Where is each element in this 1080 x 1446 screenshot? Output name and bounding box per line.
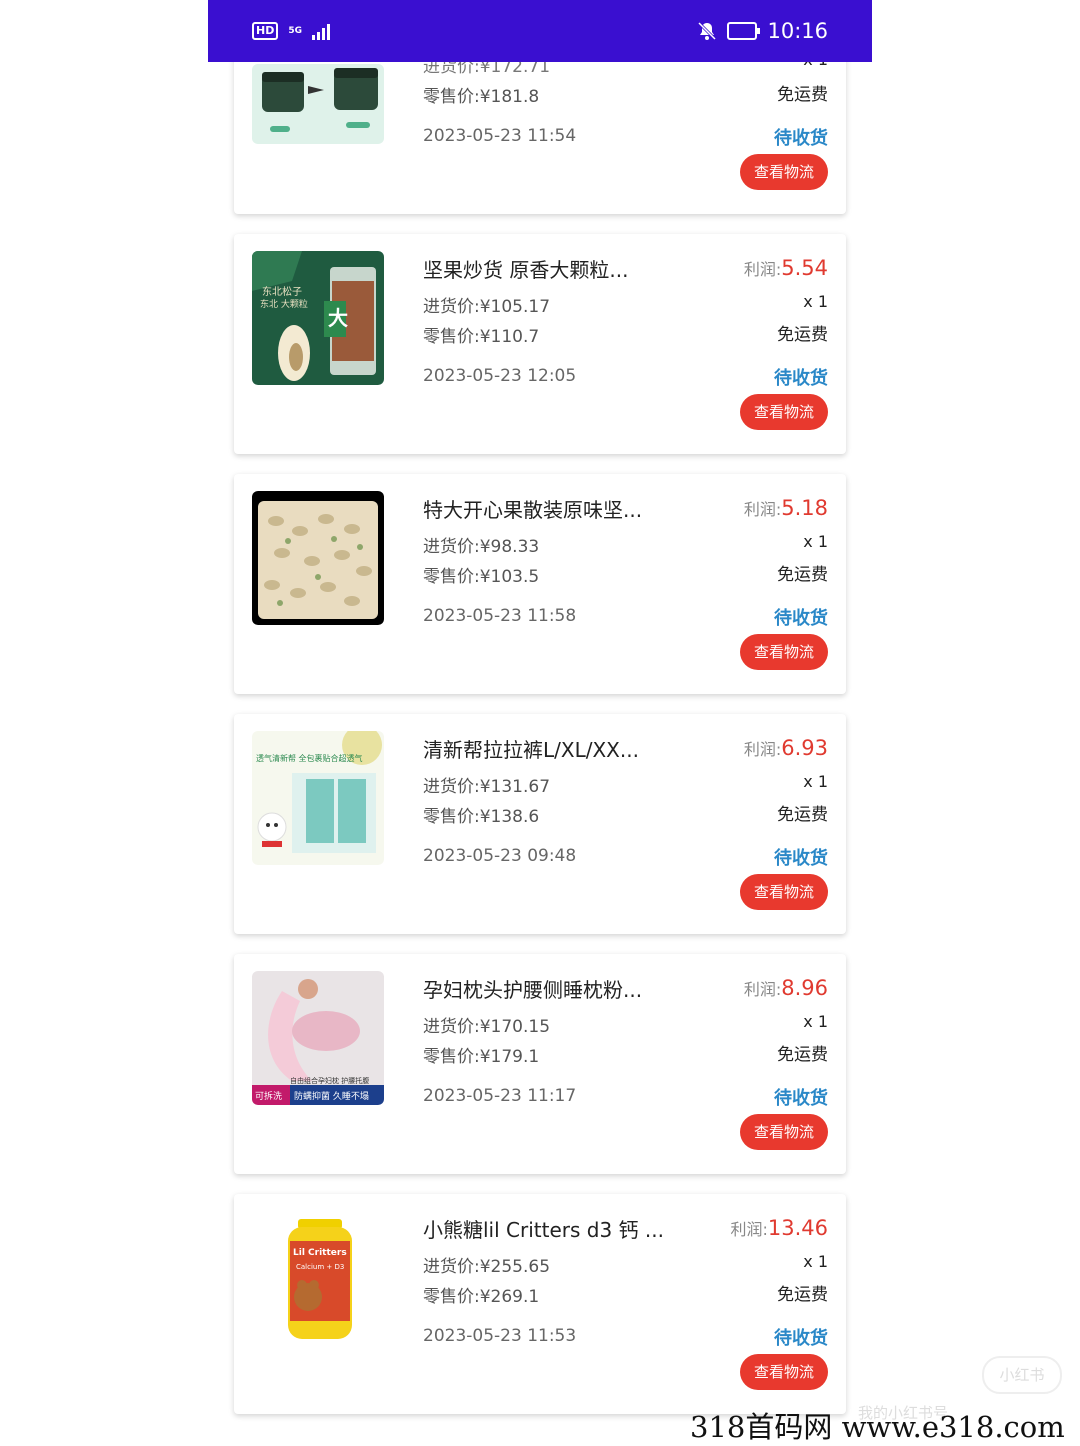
order-card: 自由组合孕妇枕 护腰托腹 可拆洗 防螨抑菌 久睡不塌 孕妇枕头护腰侧睡枕粉...… <box>234 954 846 1174</box>
status-bar: HD 5G 10:16 <box>208 0 872 62</box>
order-card: Lil Critters Calcium + D3 小熊糖lil Critter… <box>234 1194 846 1414</box>
purchase-price: 进货价:¥170.15 <box>423 1017 551 1037</box>
profit-label: 利润: <box>743 740 782 759</box>
profit: 利润:5.18 <box>744 496 828 520</box>
profit-value: 5.54 <box>781 256 828 280</box>
order-status: 待收货 <box>774 368 828 389</box>
order-status: 待收货 <box>774 128 828 149</box>
shipping-label: 免运费 <box>777 1285 828 1305</box>
product-title[interactable]: 孕妇枕头护腰侧睡枕粉... <box>423 974 642 1003</box>
purchase-price: 进货价:¥98.33 <box>423 537 540 557</box>
product-image: 自由组合孕妇枕 护腰托腹 可拆洗 防螨抑菌 久睡不塌 <box>252 971 384 1105</box>
profit: 利润:13.46 <box>730 1216 828 1240</box>
view-logistics-button[interactable]: 查看物流 <box>740 634 828 670</box>
pillow-caption: 自由组合孕妇枕 护腰托腹 <box>290 1076 369 1085</box>
shipping-label: 免运费 <box>777 325 828 345</box>
profit: 利润:8.96 <box>744 976 828 1000</box>
pillow-bar-2: 防螨抑菌 久睡不塌 <box>294 1090 369 1102</box>
retail-price: 零售价:¥269.1 <box>423 1287 540 1307</box>
view-logistics-button[interactable]: 查看物流 <box>740 1114 828 1150</box>
retail-price: 零售价:¥181.8 <box>423 87 540 107</box>
order-date: 2023-05-23 11:54 <box>423 126 577 146</box>
order-date: 2023-05-23 11:17 <box>423 1086 577 1106</box>
diaper-banner: 透气清新帮 全包裹贴合超透气 <box>256 753 363 763</box>
retail-price: 零售价:¥110.7 <box>423 327 540 347</box>
order-card: 透气清新帮 全包裹贴合超透气 清新帮拉拉裤L/XL/XX... 进货价:¥131… <box>234 714 846 934</box>
vitamin-sub: Calcium + D3 <box>296 1263 344 1271</box>
network-label: 5G <box>288 25 302 36</box>
phone-screen: HD 5G 10:16 进货价:¥172.71 零售价:¥181.8 2023-… <box>208 0 872 1440</box>
profit-value: 5.18 <box>781 496 828 520</box>
product-image: 透气清新帮 全包裹贴合超透气 <box>252 731 384 865</box>
product-image: Lil Critters Calcium + D3 <box>252 1211 384 1345</box>
pillow-bar-1: 可拆洗 <box>255 1090 282 1102</box>
retail-price: 零售价:¥179.1 <box>423 1047 540 1067</box>
shipping-label: 免运费 <box>777 565 828 585</box>
order-date: 2023-05-23 09:48 <box>423 846 577 866</box>
product-image <box>252 491 384 625</box>
order-status: 待收货 <box>774 848 828 869</box>
retail-price: 零售价:¥138.6 <box>423 807 540 827</box>
view-logistics-button[interactable]: 查看物流 <box>740 154 828 190</box>
order-card: 东北松子 东北 大颗粒 大 坚果炒货 原香大颗粒... 进货价:¥105.17 … <box>234 234 846 454</box>
order-card: 特大开心果散装原味坚... 进货价:¥98.33 零售价:¥103.5 2023… <box>234 474 846 694</box>
order-status: 待收货 <box>774 608 828 629</box>
product-title[interactable]: 小熊糖lil Critters d3 钙 ... <box>423 1214 663 1243</box>
product-title[interactable]: 特大开心果散装原味坚... <box>423 494 642 523</box>
quantity: x 1 <box>803 532 828 551</box>
order-date: 2023-05-23 11:53 <box>423 1326 577 1346</box>
product-title[interactable]: 坚果炒货 原香大颗粒... <box>423 254 628 283</box>
bell-muted-icon <box>698 21 717 41</box>
shipping-label: 免运费 <box>777 85 828 105</box>
signal-icon <box>312 24 330 40</box>
profit-label: 利润: <box>743 980 782 999</box>
nuts-text-2: 东北 大颗粒 <box>260 298 308 310</box>
profit-value: 6.93 <box>781 736 828 760</box>
view-logistics-button[interactable]: 查看物流 <box>740 1354 828 1390</box>
purchase-price: 进货价:¥255.65 <box>423 1257 551 1277</box>
profit-label: 利润: <box>730 1220 768 1239</box>
order-status: 待收货 <box>774 1328 828 1349</box>
product-image: 东北松子 东北 大颗粒 大 <box>252 251 384 385</box>
order-date: 2023-05-23 11:58 <box>423 606 577 626</box>
shipping-label: 免运费 <box>777 805 828 825</box>
status-left: HD 5G <box>252 22 334 40</box>
shipping-label: 免运费 <box>777 1045 828 1065</box>
nuts-text-1: 东北松子 <box>262 285 302 298</box>
battery-icon <box>727 22 761 40</box>
profit: 利润:6.93 <box>744 736 828 760</box>
retail-price: 零售价:¥103.5 <box>423 567 540 587</box>
profit-label: 利润: <box>743 260 782 279</box>
clock: 10:16 <box>767 19 828 43</box>
nuts-badge: 大 <box>328 306 348 330</box>
xiaohongshu-watermark: 小红书 <box>982 1356 1062 1394</box>
order-date: 2023-05-23 12:05 <box>423 366 577 386</box>
purchase-price: 进货价:¥105.17 <box>423 297 551 317</box>
quantity: x 1 <box>803 1012 828 1031</box>
profit: 利润:5.54 <box>744 256 828 280</box>
profit-label: 利润: <box>743 500 782 519</box>
profit-value: 13.46 <box>767 1216 828 1240</box>
quantity: x 1 <box>803 772 828 791</box>
status-right: 10:16 <box>697 19 828 43</box>
hd-badge: HD <box>252 22 279 40</box>
profit-value: 8.96 <box>781 976 828 1000</box>
quantity: x 1 <box>803 1252 828 1271</box>
purchase-price: 进货价:¥131.67 <box>423 777 551 797</box>
product-image <box>252 64 384 144</box>
product-title[interactable]: 清新帮拉拉裤L/XL/XX... <box>423 734 639 763</box>
order-status: 待收货 <box>774 1088 828 1109</box>
quantity: x 1 <box>803 292 828 311</box>
view-logistics-button[interactable]: 查看物流 <box>740 874 828 910</box>
view-logistics-button[interactable]: 查看物流 <box>740 394 828 430</box>
vitamin-brand: Lil Critters <box>293 1248 347 1258</box>
